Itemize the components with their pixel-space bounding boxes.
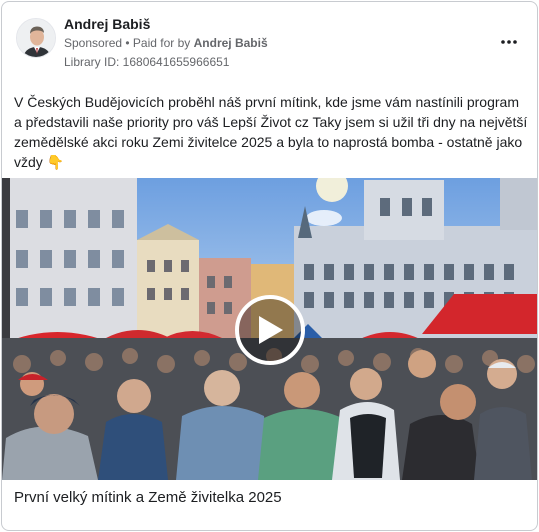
video-player[interactable] <box>2 178 537 480</box>
paid-for-prefix: Paid for by <box>132 36 194 50</box>
avatar-portrait-icon <box>17 19 55 57</box>
video-caption[interactable]: První velký mítink a Země živitelka 2025 <box>14 489 282 506</box>
meta-separator: • <box>122 36 133 50</box>
post-body-text: V Českých Budějovicích proběhl náš první… <box>14 94 528 170</box>
sponsored-label: Sponsored <box>64 36 123 50</box>
ad-card: Andrej Babiš Sponsored • Paid for by And… <box>1 1 538 531</box>
paid-for-name: Andrej Babiš <box>193 36 268 50</box>
more-horizontal-icon <box>501 40 517 44</box>
play-icon <box>259 316 283 344</box>
more-options-button[interactable] <box>495 30 523 54</box>
library-id: Library ID: 1680641655966651 <box>64 55 230 69</box>
sponsored-meta: Sponsored • Paid for by Andrej Babiš <box>64 36 268 50</box>
play-button[interactable] <box>235 295 305 365</box>
advertiser-avatar[interactable] <box>16 18 56 58</box>
advertiser-name[interactable]: Andrej Babiš <box>64 16 150 32</box>
